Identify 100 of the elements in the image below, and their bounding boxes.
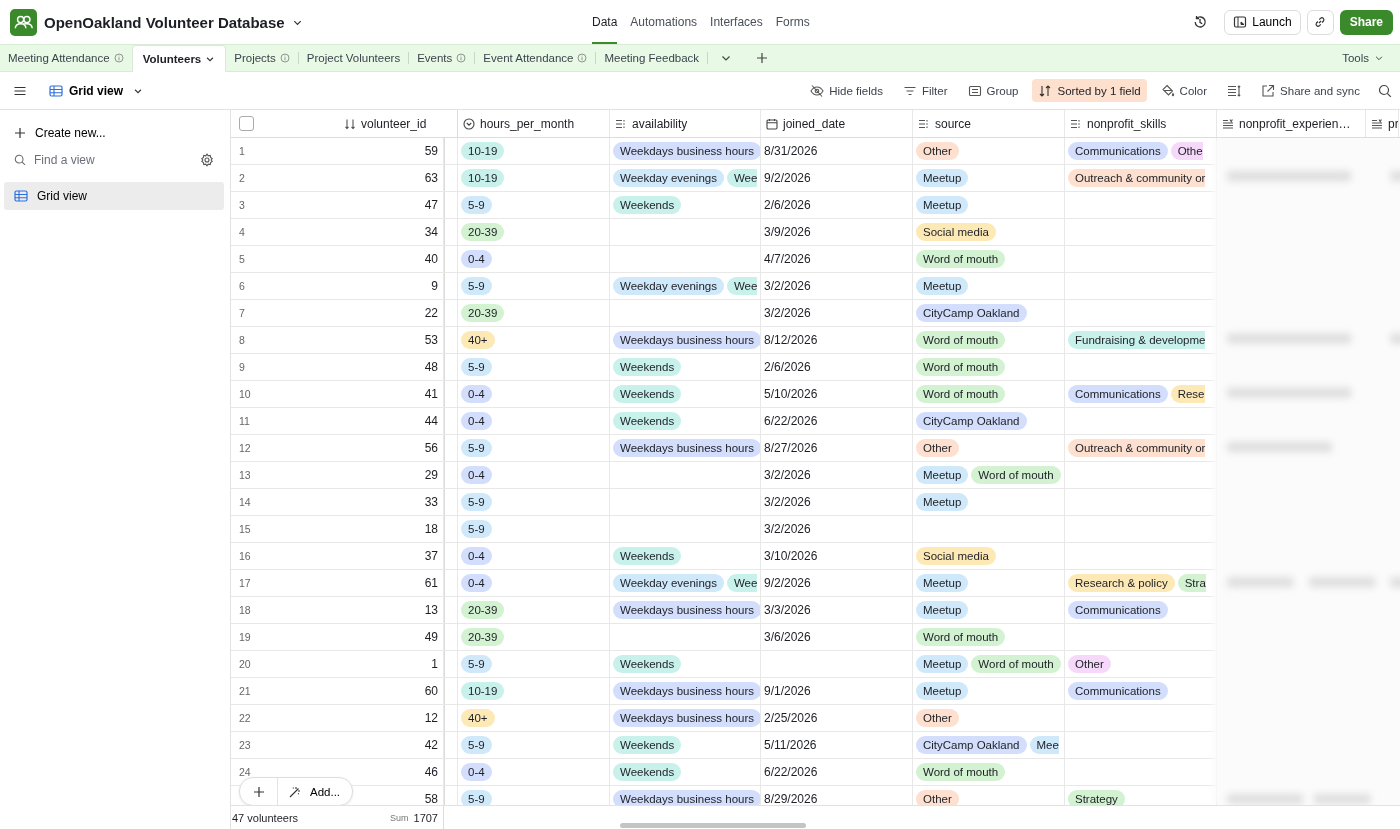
- dropdown-icon: [463, 117, 475, 130]
- tag: Word of mouth: [971, 655, 1061, 673]
- tag: Other: [916, 142, 959, 160]
- row-number: 22: [239, 712, 251, 724]
- tag: Other: [916, 790, 959, 805]
- sort-icon: [344, 117, 356, 130]
- tag: Weekends: [613, 547, 682, 565]
- tag: 0-4: [461, 385, 492, 403]
- table-cell: 3/2/2026: [764, 522, 811, 536]
- table-cell: 60: [424, 684, 438, 698]
- table-cell: 49: [424, 630, 438, 644]
- toolbar-button[interactable]: Color: [1154, 79, 1214, 102]
- row-number: 3: [239, 199, 245, 211]
- column-header[interactable]: volunteer_id: [278, 110, 458, 137]
- column-header[interactable]: pr: [1366, 110, 1399, 137]
- table-cell: 2/25/2026: [764, 711, 818, 725]
- tools-menu[interactable]: Tools: [1336, 51, 1390, 65]
- table-tab[interactable]: Meeting Attendance: [0, 45, 132, 71]
- copy-link-button[interactable]: [1306, 9, 1334, 35]
- column-header[interactable]: hours_per_month: [458, 110, 610, 137]
- history-icon[interactable]: [1192, 14, 1209, 30]
- toolbar-button[interactable]: Group: [961, 79, 1025, 102]
- row-number: 12: [239, 442, 251, 454]
- nav-tab[interactable]: Interfaces: [710, 0, 763, 44]
- app-logo[interactable]: [10, 8, 37, 36]
- tag: Weekends: [613, 358, 682, 376]
- table-cell: 3/6/2026: [764, 630, 811, 644]
- toolbar-button[interactable]: Filter: [896, 79, 954, 102]
- row-number: 6: [239, 280, 245, 292]
- column-header[interactable]: nonprofit_skills: [1065, 110, 1217, 137]
- view-item[interactable]: Grid view: [4, 182, 224, 210]
- share-button[interactable]: Share: [1339, 9, 1393, 35]
- tag: Outreach & community or: [1068, 439, 1206, 457]
- tag: Wee: [726, 169, 758, 187]
- table-tab[interactable]: Meeting Feedback: [596, 45, 708, 71]
- view-switcher[interactable]: Grid view: [43, 82, 150, 99]
- row-number: 8: [239, 334, 245, 346]
- column-header[interactable]: nonprofit_experien…: [1217, 110, 1366, 137]
- paint-bucket-icon: [1160, 83, 1175, 98]
- table-tab[interactable]: Project Volunteers: [298, 45, 409, 71]
- share-icon: [1261, 83, 1276, 98]
- sum-value: 1707: [413, 811, 438, 824]
- table-tab[interactable]: Events: [409, 45, 475, 71]
- tag: Wee: [726, 277, 758, 295]
- calendar-icon: [766, 117, 778, 130]
- tag: 0-4: [461, 763, 492, 781]
- table-tab[interactable]: Projects: [226, 45, 298, 71]
- plus-icon[interactable]: [756, 52, 769, 64]
- tag: 5-9: [461, 196, 492, 214]
- table-cell: 3/10/2026: [764, 549, 818, 563]
- column-header[interactable]: availability: [610, 110, 761, 137]
- base-title[interactable]: OpenOakland Volunteer Database: [44, 13, 285, 31]
- tag: 20-39: [461, 304, 505, 322]
- column-header[interactable]: source: [913, 110, 1065, 137]
- row-number: 11: [239, 415, 250, 427]
- table-cell: 3/9/2026: [764, 225, 811, 239]
- toolbar-button[interactable]: Hide fields: [804, 79, 889, 102]
- eye-slash-icon: [810, 83, 825, 98]
- table-tab[interactable]: Volunteers: [131, 45, 227, 72]
- toolbar-button[interactable]: Sorted by 1 field: [1032, 79, 1147, 102]
- tag: Other: [916, 709, 959, 727]
- tag: Word of mouth: [971, 466, 1061, 484]
- row-number: 2: [239, 172, 245, 184]
- settings-icon[interactable]: [200, 153, 214, 167]
- search-icon[interactable]: [1378, 83, 1392, 98]
- tag: Meetup: [916, 601, 969, 619]
- tag: 10-19: [461, 142, 505, 160]
- tag: 0-4: [461, 547, 492, 565]
- row-number: 20: [239, 658, 251, 670]
- tag: Communications: [1068, 142, 1168, 160]
- table-cell: 3/2/2026: [764, 279, 811, 293]
- column-header[interactable]: joined_date: [761, 110, 913, 137]
- table-cell: 44: [424, 414, 438, 428]
- tag: Rese: [1170, 385, 1205, 403]
- tag: Meetup: [916, 574, 969, 592]
- create-new-button[interactable]: Create new...: [4, 120, 224, 146]
- table-cell: 2/6/2026: [764, 360, 811, 374]
- find-view-field[interactable]: Find a view: [32, 152, 194, 168]
- table-cell: 8/31/2026: [764, 144, 818, 158]
- table-cell: 40: [424, 252, 438, 266]
- nav-tab[interactable]: Forms: [775, 0, 810, 44]
- table-cell: 3/2/2026: [764, 495, 811, 509]
- nav-tab[interactable]: Automations: [630, 0, 698, 44]
- table-cell: 3/2/2026: [764, 468, 811, 482]
- table-cell: 6/22/2026: [764, 414, 818, 428]
- select-all-checkbox[interactable]: [239, 116, 254, 131]
- table-cell: 29: [424, 468, 438, 482]
- tag: Weekends: [613, 196, 682, 214]
- table-cell: 46: [424, 765, 438, 779]
- tag: 0-4: [461, 466, 492, 484]
- scrollbar[interactable]: [620, 823, 806, 828]
- table-tab[interactable]: Event Attendance: [475, 45, 596, 71]
- tag: Weekdays business hours: [613, 790, 760, 805]
- tag: 5-9: [461, 655, 492, 673]
- toolbar-button[interactable]: Share and sync: [1255, 79, 1366, 102]
- tag: Meetup: [916, 196, 969, 214]
- tag: Weekdays business hours: [613, 331, 760, 349]
- launch-button[interactable]: Launch: [1224, 9, 1301, 35]
- list-icon: [967, 83, 982, 98]
- tag: Meetup: [916, 466, 969, 484]
